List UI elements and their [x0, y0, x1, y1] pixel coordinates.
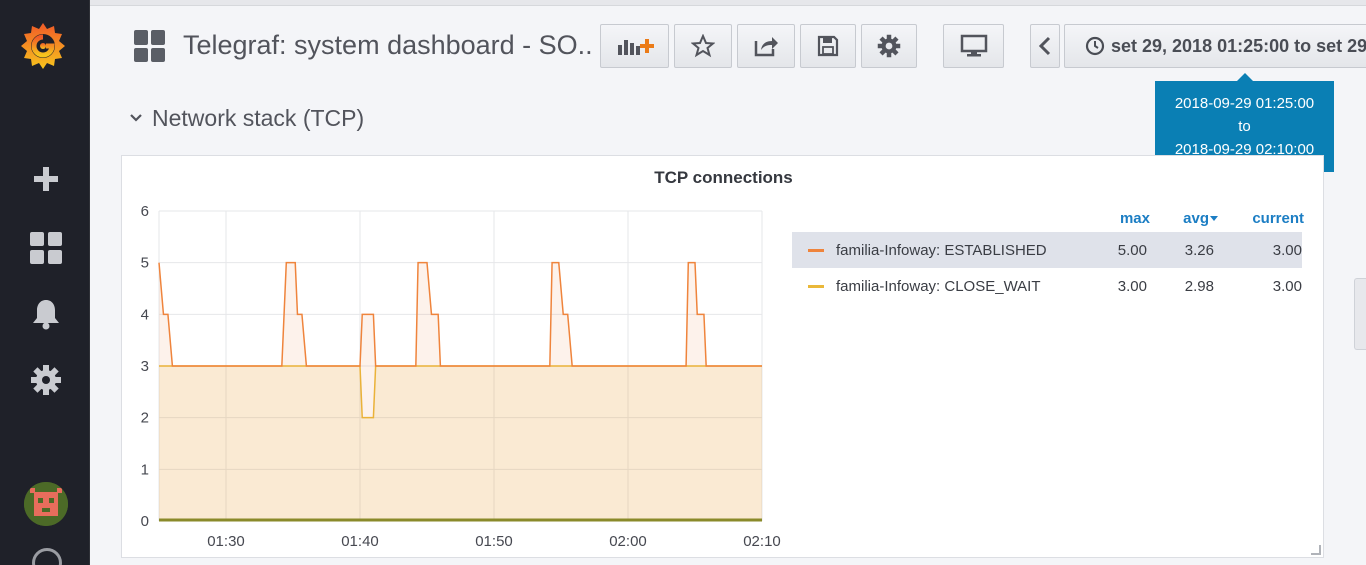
- sort-desc-icon: [1210, 216, 1218, 222]
- legend-max-value: 3.00: [1117, 277, 1147, 295]
- x-tick-label: 01:30: [207, 533, 245, 550]
- avatar[interactable]: [24, 482, 68, 526]
- plus-icon[interactable]: [20, 159, 72, 199]
- legend-header-current[interactable]: current: [1222, 210, 1304, 227]
- add-panel-icon: [617, 39, 654, 55]
- panel-resize-handle[interactable]: [1311, 545, 1321, 555]
- x-tick-label: 02:10: [743, 533, 781, 550]
- y-tick-label: 6: [141, 203, 149, 220]
- grafana-logo[interactable]: [18, 20, 68, 72]
- clock-icon: [1085, 36, 1105, 56]
- help-icon[interactable]: [32, 548, 62, 565]
- y-tick-label: 0: [141, 513, 149, 530]
- tcp-connections-chart: 0 1 2 3 4 5 6 01:30 01:40 01:50 02:00 02:10: [141, 203, 781, 550]
- time-range-label: set 29, 2018 01:25:00 to set 29: [1111, 35, 1366, 56]
- legend-current-value: 3.00: [1272, 241, 1302, 259]
- series-area: [159, 262, 762, 521]
- y-tick-label: 5: [141, 255, 149, 272]
- legend-current-value: 3.00: [1272, 277, 1302, 295]
- time-back-button[interactable]: [1030, 24, 1060, 68]
- scrollbar[interactable]: [1354, 278, 1366, 350]
- sidebar: [0, 0, 90, 565]
- legend-avg-value: 3.26: [1184, 241, 1214, 259]
- share-icon: [754, 37, 778, 57]
- y-tick-label: 2: [141, 410, 149, 427]
- gear-icon: [877, 34, 901, 58]
- x-tick-label: 01:40: [341, 533, 379, 550]
- y-tick-label: 3: [141, 358, 149, 375]
- legend-item[interactable]: familia-Infoway: CLOSE_WAIT 3.00 2.98 3.…: [792, 268, 1302, 304]
- x-tick-label: 02:00: [609, 533, 647, 550]
- star-icon: [691, 34, 715, 58]
- graph-panel: TCP connections 0 1 2 3 4 5 6 01:30 01:40 01:50 02…: [121, 155, 1324, 558]
- legend-header-avg-label: avg: [1183, 210, 1209, 227]
- dashboard-grid-icon[interactable]: [134, 30, 166, 62]
- legend-max-value: 5.00: [1117, 241, 1147, 259]
- monitor-icon: [960, 34, 987, 57]
- time-range-picker[interactable]: set 29, 2018 01:25:00 to set 29: [1064, 24, 1366, 68]
- star-button[interactable]: [674, 24, 732, 68]
- row-title: Network stack (TCP): [152, 105, 365, 131]
- top-border: [90, 0, 1366, 6]
- gear-icon[interactable]: [20, 360, 72, 400]
- y-tick-label: 1: [141, 461, 149, 478]
- series-name[interactable]: familia-Infoway: CLOSE_WAIT: [836, 278, 1106, 295]
- tooltip-to-word: to: [1238, 118, 1251, 135]
- save-button[interactable]: [800, 24, 856, 68]
- y-tick-label: 4: [141, 306, 149, 323]
- view-mode-button[interactable]: [943, 24, 1004, 68]
- x-tick-label: 01:50: [475, 533, 513, 550]
- chevron-down-icon: [130, 114, 142, 122]
- bell-icon[interactable]: [20, 294, 72, 334]
- dashboard-title[interactable]: Telegraf: system dashboard - SO...: [183, 28, 595, 62]
- row-header[interactable]: Network stack (TCP): [128, 104, 364, 132]
- legend-header-avg[interactable]: avg: [1170, 210, 1218, 227]
- dashboards-icon[interactable]: [20, 228, 72, 268]
- legend-item[interactable]: familia-Infoway: ESTABLISHED 5.00 3.26 3…: [792, 232, 1302, 268]
- tooltip-from: 2018-09-29 01:25:00: [1174, 95, 1315, 112]
- add-panel-button[interactable]: [600, 24, 669, 68]
- chevron-left-icon: [1038, 36, 1051, 56]
- legend-header-max[interactable]: max: [1100, 210, 1150, 227]
- series-color-swatch[interactable]: [808, 248, 824, 252]
- settings-button[interactable]: [861, 24, 917, 68]
- share-button[interactable]: [737, 24, 795, 68]
- series-color-swatch[interactable]: [808, 284, 824, 288]
- series-name[interactable]: familia-Infoway: ESTABLISHED: [836, 242, 1106, 259]
- save-icon: [817, 35, 839, 57]
- legend-avg-value: 2.98: [1184, 277, 1214, 295]
